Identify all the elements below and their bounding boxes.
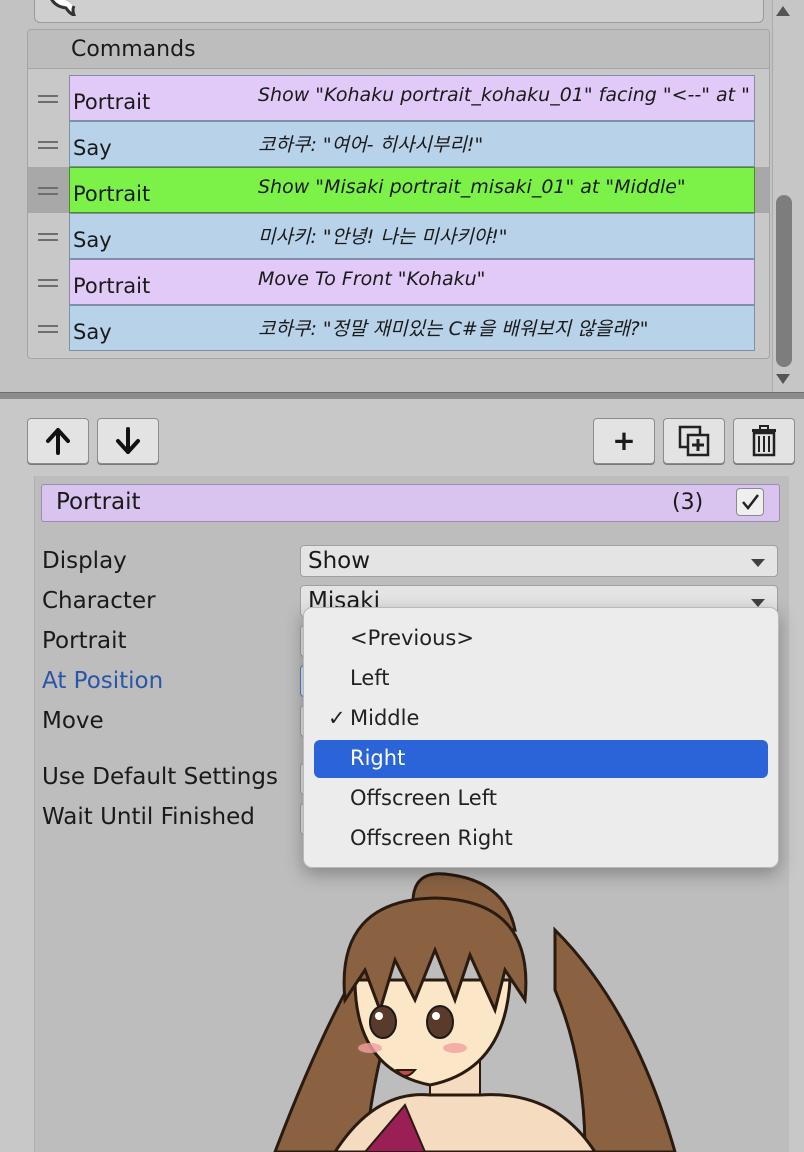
command-cell[interactable]: Say 코하쿠: "정말 재미있는 C#을 배워보지 않을래?" <box>69 305 755 351</box>
command-name: Portrait <box>73 274 151 298</box>
command-name: Portrait <box>73 182 151 206</box>
checkmark-icon <box>742 494 759 510</box>
scroll-up-arrow-icon[interactable] <box>776 6 790 16</box>
commands-panel: Commands Portrait Show "Kohaku portrait_k… <box>27 29 770 359</box>
command-summary: 미사키: "안녕! 나는 미사키야!" <box>258 226 508 248</box>
dropdown-option-label: Offscreen Right <box>350 826 513 850</box>
command-row[interactable]: Portrait Move To Front "Kohaku" <box>28 259 769 305</box>
wait-until-finished-label: Wait Until Finished <box>42 804 255 830</box>
command-row[interactable]: Portrait Show "Kohaku portrait_kohaku_01"… <box>28 75 769 121</box>
command-summary: Show "Misaki portrait_misaki_01" at "Mid… <box>258 176 686 198</box>
drag-handle-icon[interactable] <box>38 187 58 195</box>
duplicate-icon <box>678 425 710 457</box>
scroll-down-arrow-icon[interactable] <box>776 374 790 384</box>
drag-handle-icon[interactable] <box>38 279 58 287</box>
delete-command-button[interactable] <box>733 418 795 464</box>
drag-handle-icon[interactable] <box>38 141 58 149</box>
command-cell[interactable]: Portrait Move To Front "Kohaku" <box>69 259 755 305</box>
chevron-down-icon <box>751 559 765 567</box>
command-name: Say <box>73 136 112 160</box>
dropdown-option[interactable]: Right <box>314 740 768 778</box>
chevron-down-icon <box>751 599 765 607</box>
add-command-label: + <box>612 424 636 457</box>
drag-handle-icon[interactable] <box>38 233 58 241</box>
command-row[interactable]: Say 코하쿠: "여어- 히사시부리!" <box>28 121 769 167</box>
trash-icon <box>752 425 776 457</box>
command-name: Say <box>73 228 112 252</box>
dropdown-option-label: Right <box>350 746 406 770</box>
move-label: Move <box>42 708 104 734</box>
command-name: Portrait <box>73 90 151 114</box>
checkmark-icon: ✓ <box>328 706 346 730</box>
command-row[interactable]: Portrait Show "Misaki portrait_misaki_01"… <box>28 167 769 213</box>
command-cell[interactable]: Say 코하쿠: "여어- 히사시부리!" <box>69 121 755 167</box>
portrait-label: Portrait <box>42 628 127 654</box>
display-label: Display <box>42 548 127 574</box>
dropdown-option-label: <Previous> <box>350 626 474 650</box>
drag-handle-icon[interactable] <box>38 325 58 333</box>
move-up-button[interactable] <box>27 418 89 464</box>
dropdown-option-label: Offscreen Left <box>350 786 497 810</box>
dropdown-option[interactable]: ✓ Middle <box>314 700 768 738</box>
arrow-down-icon <box>116 427 140 454</box>
move-down-button[interactable] <box>97 418 159 464</box>
command-summary: 코하쿠: "정말 재미있는 C#을 배워보지 않을래?" <box>258 318 649 340</box>
command-summary: Show "Kohaku portrait_kohaku_01" facing … <box>258 84 750 106</box>
use-default-settings-label: Use Default Settings <box>42 764 278 790</box>
command-name: Say <box>73 320 112 344</box>
scrollbar-thumb[interactable] <box>776 195 792 367</box>
commands-header: Commands <box>28 30 769 69</box>
dropdown-option-label: Middle <box>350 706 420 730</box>
command-cell[interactable]: Portrait Show "Kohaku portrait_kohaku_01"… <box>69 75 755 121</box>
portrait-preview-image <box>273 872 677 1152</box>
dropdown-option[interactable]: Left <box>314 660 768 698</box>
arrow-up-icon <box>46 428 70 455</box>
command-row[interactable]: Say 미사키: "안녕! 나는 미사키야!" <box>28 213 769 259</box>
position-dropdown-menu: <Previous> Left ✓ Middle Right Offscreen Left… <box>303 607 779 868</box>
character-label: Character <box>42 588 156 614</box>
command-index: (3) <box>672 490 704 515</box>
display-value: Show <box>308 548 371 574</box>
drag-handle-icon[interactable] <box>38 95 58 103</box>
panel-splitter[interactable] <box>0 392 804 399</box>
dropdown-option[interactable]: Offscreen Left <box>314 780 768 818</box>
dropdown-option-label: Left <box>350 666 390 690</box>
command-enabled-checkbox[interactable] <box>736 488 764 516</box>
commands-header-label: Commands <box>71 37 196 62</box>
command-cell[interactable]: Say 미사키: "안녕! 나는 미사키야!" <box>69 213 755 259</box>
display-dropdown[interactable]: Show <box>300 545 778 577</box>
command-title: Portrait <box>56 489 141 515</box>
command-row[interactable]: Say 코하쿠: "정말 재미있는 C#을 배워보지 않을래?" <box>28 305 769 351</box>
duplicate-command-button[interactable] <box>663 418 725 464</box>
at-position-label: At Position <box>42 668 164 694</box>
dropdown-option[interactable]: <Previous> <box>314 620 768 658</box>
add-command-button[interactable]: + <box>593 418 655 464</box>
command-summary: Move To Front "Kohaku" <box>258 268 486 290</box>
command-title-bar[interactable] <box>41 484 780 522</box>
command-summary: 코하쿠: "여어- 히사시부리!" <box>258 134 484 156</box>
speech-bubble-icon <box>50 0 77 16</box>
dropdown-option[interactable]: Offscreen Right <box>314 820 768 858</box>
command-cell[interactable]: Portrait Show "Misaki portrait_misaki_01"… <box>69 167 755 213</box>
block-panel-edge <box>34 0 764 23</box>
